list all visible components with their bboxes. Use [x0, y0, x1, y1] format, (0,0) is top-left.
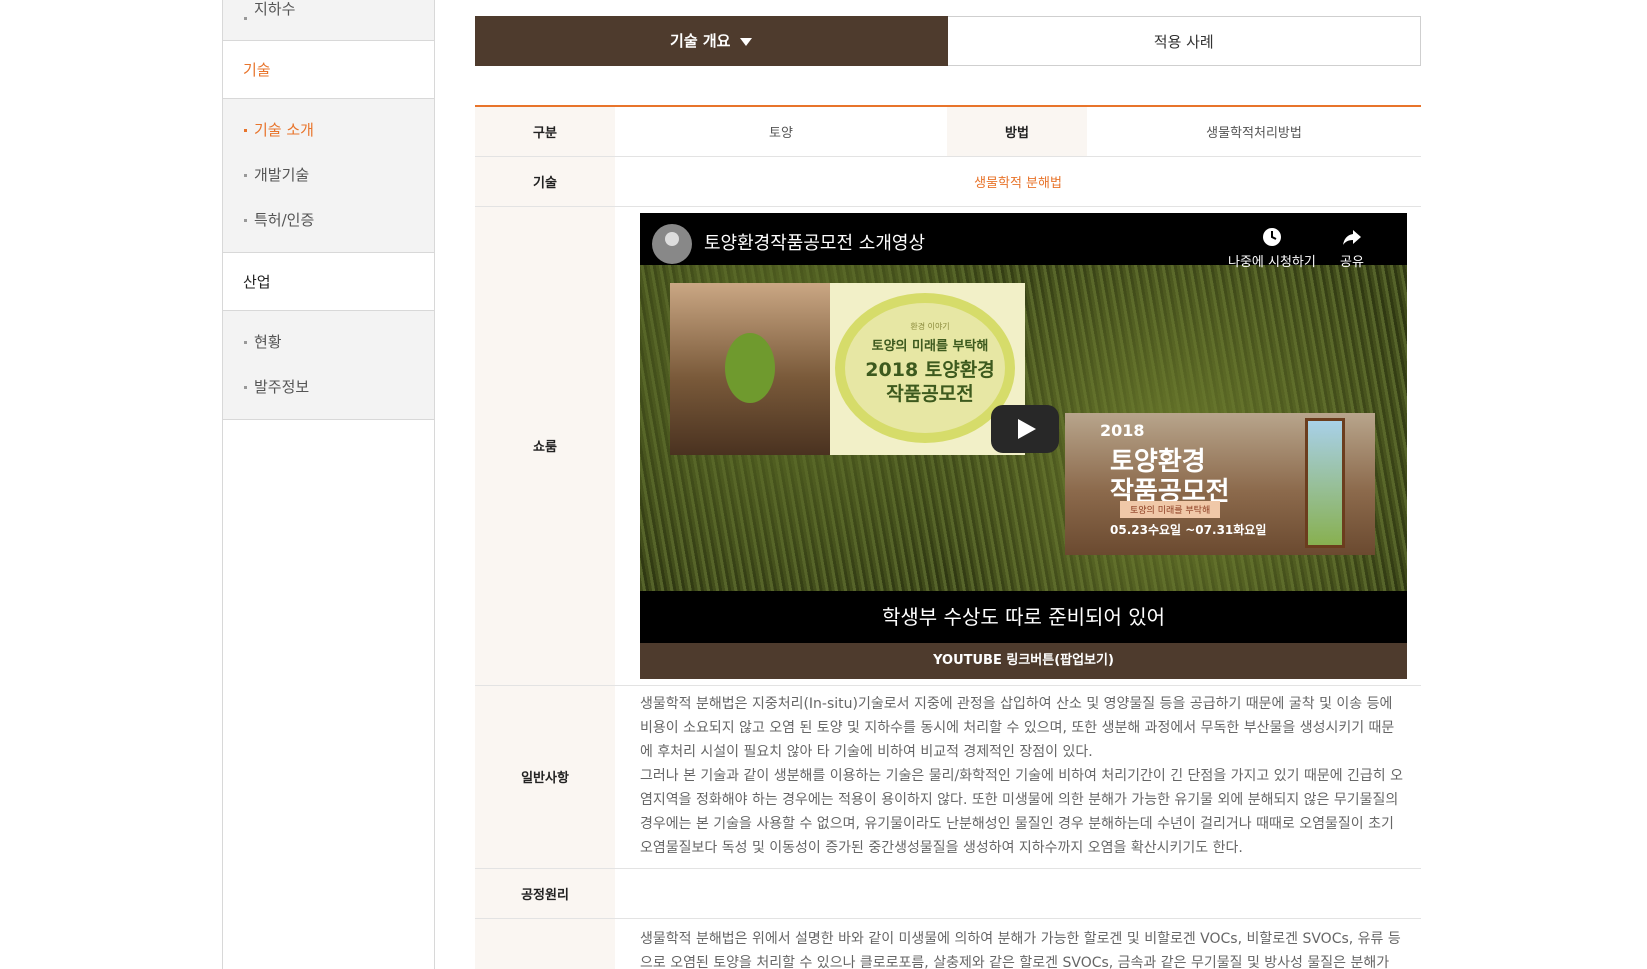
general-paragraph-2: 그러나 본 기술과 같이 생분해를 이용하는 기술은 물리/화학적인 기술에 비…: [640, 767, 1404, 856]
table-row: 생물학적 분해법은 위에서 설명한 바와 같이 미생물에 의하여 분해가 가능한…: [475, 918, 1421, 969]
tech-info-table: 구분 토양 방법 생물학적처리방법 기술 생물학적 분해법 쇼룸 토양환경작품공…: [475, 105, 1421, 969]
general-label: 일반사항: [475, 685, 615, 869]
thumb1-subtitle: 토양의 미래를 부탁해: [871, 338, 989, 354]
tab-overview[interactable]: 기술 개요: [475, 16, 948, 66]
play-button[interactable]: [991, 404, 1059, 453]
table-row: 일반사항 생물학적 분해법은 지중처리(In-situ)기술로서 지중에 관정을…: [475, 685, 1421, 869]
sidebar-head-industry[interactable]: 산업: [223, 253, 434, 311]
share-label: 공유: [1340, 254, 1364, 270]
thumb1-title-line2: 작품공모전: [886, 382, 974, 405]
share-arrow-icon: [1342, 229, 1361, 245]
thumb1-title-line1: 2018 토양환경: [865, 358, 995, 381]
caret-down-icon: [740, 37, 753, 46]
thumbnail-contest-poster-1: 환경 이야기 토양의 미래를 부탁해 2018 토양환경 작품공모전: [670, 282, 1025, 455]
tech-value: 생물학적 분해법: [615, 156, 1421, 207]
sidebar-item-patent[interactable]: 특허/인증: [223, 198, 434, 243]
sidebar-item-tech-intro[interactable]: 기술 소개: [223, 108, 434, 153]
process-empty-cell: [615, 868, 1421, 919]
youtube-link-button[interactable]: YOUTUBE 링크버튼(팝업보기): [640, 642, 1407, 679]
clock-icon: [1262, 227, 1281, 246]
showroom-cell: 토양환경작품공모전 소개영상 나중에 시청하기 공유 환경 이야기 토양의 미래…: [615, 206, 1421, 686]
content-tabs: 기술 개요 적용 사례: [475, 16, 1421, 66]
thumb1-small-text: 환경 이야기: [910, 321, 950, 331]
sidebar-item-groundwater[interactable]: 지하수: [223, 0, 434, 40]
category-value: 토양: [615, 106, 947, 157]
sidebar-item-dev-tech[interactable]: 개발기술: [223, 153, 434, 198]
table-row: 구분 토양 방법 생물학적처리방법: [475, 106, 1421, 157]
thumb2-badge: 토양의 미래를 부탁해: [1120, 500, 1221, 518]
process-text: 생물학적 분해법은 위에서 설명한 바와 같이 미생물에 의하여 분해가 가능한…: [615, 918, 1421, 969]
thumb2-dates: 05.23수요일 ~07.31화요일: [1110, 522, 1267, 537]
thumb2-year: 2018: [1100, 420, 1145, 440]
method-label: 방법: [947, 106, 1087, 157]
sidebar-group-technology: 기술 소개 개발기술 특허/인증: [223, 99, 434, 253]
table-row: 쇼룸 토양환경작품공모전 소개영상 나중에 시청하기 공유 환경 이야기 토양의…: [475, 206, 1421, 686]
watch-later-label: 나중에 시청하기: [1228, 254, 1316, 270]
table-row: 기술 생물학적 분해법: [475, 156, 1421, 207]
tab-overview-label: 기술 개요: [670, 32, 731, 50]
sidebar-item-status[interactable]: 현황: [223, 320, 434, 365]
process-detail-label: [475, 918, 615, 969]
youtube-video-embed[interactable]: 토양환경작품공모전 소개영상 나중에 시청하기 공유 환경 이야기 토양의 미래…: [640, 212, 1407, 679]
share-button[interactable]: 공유: [1340, 227, 1364, 270]
video-subtitle: 학생부 수상도 따로 준비되어 있어: [640, 590, 1407, 643]
method-value: 생물학적처리방법: [1087, 106, 1421, 157]
door-image: [1305, 417, 1345, 548]
watch-later-button[interactable]: 나중에 시청하기: [1228, 227, 1316, 270]
showroom-label: 쇼룸: [475, 206, 615, 686]
sidebar-head-technology[interactable]: 기술: [223, 41, 434, 99]
video-title[interactable]: 토양환경작품공모전 소개영상: [704, 229, 925, 255]
category-label: 구분: [475, 106, 615, 157]
sidebar-item-orders[interactable]: 발주정보: [223, 365, 434, 410]
channel-avatar[interactable]: [652, 223, 692, 264]
sidebar: 지하수 기술 기술 소개 개발기술 특허/인증 산업 현황 발주정보: [222, 0, 435, 969]
thumbnail-contest-poster-2: 2018 토양환경 작품공모전 토양의 미래를 부탁해 05.23수요일 ~07…: [1065, 412, 1375, 555]
sidebar-group-industry: 현황 발주정보: [223, 311, 434, 420]
video-top-bar: 토양환경작품공모전 소개영상 나중에 시청하기 공유: [640, 212, 1407, 270]
general-paragraph-1: 생물학적 분해법은 지중처리(In-situ)기술로서 지중에 관정을 삽입하여…: [640, 695, 1395, 760]
table-row: 공정원리: [475, 868, 1421, 919]
general-text: 생물학적 분해법은 지중처리(In-situ)기술로서 지중에 관정을 삽입하여…: [615, 685, 1421, 869]
sprout-image: [725, 332, 775, 403]
sidebar-group-groundwater: 지하수: [223, 0, 434, 41]
process-label: 공정원리: [475, 868, 615, 919]
tab-cases[interactable]: 적용 사례: [947, 16, 1421, 66]
tech-label: 기술: [475, 156, 615, 207]
